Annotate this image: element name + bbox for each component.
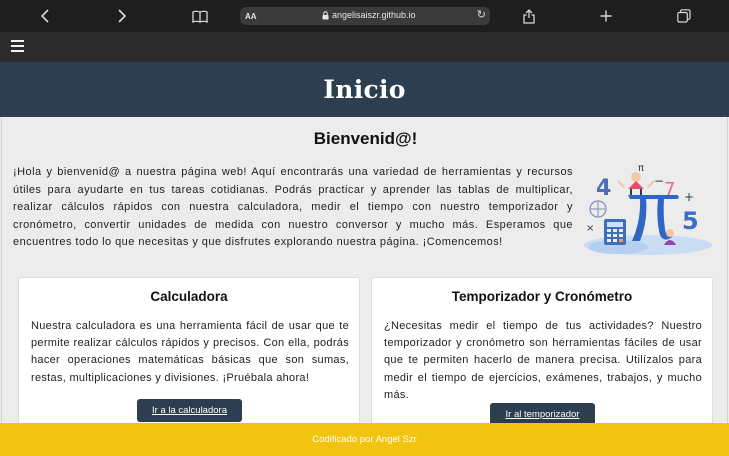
share-icon[interactable]	[517, 6, 541, 26]
book-icon[interactable]	[188, 6, 212, 26]
reload-icon[interactable]: ↻	[477, 8, 486, 21]
chevron-left-icon[interactable]	[33, 6, 57, 26]
page-title: Inicio	[323, 75, 406, 104]
tabs-icon[interactable]	[672, 6, 696, 26]
address-bar[interactable]: AA angelisaiszr.github.io ↻	[240, 7, 490, 25]
chevron-right-icon[interactable]	[110, 6, 134, 26]
math-illustration: 4 7 5 π + − ×	[584, 163, 712, 255]
card-text: ¿Necesitas medir el tiempo de tus activi…	[384, 320, 702, 401]
browser-toolbar: AA angelisaiszr.github.io ↻	[0, 0, 729, 32]
hero-digit: 7	[664, 179, 675, 200]
hero-digit: −	[654, 174, 664, 188]
hero-digit: π	[638, 163, 644, 174]
lock-icon	[322, 11, 329, 20]
hero-digit: +	[684, 190, 694, 204]
card-text: Nuestra calculadora es una herramienta f…	[31, 320, 349, 384]
text-size-button[interactable]: AA	[245, 12, 257, 21]
main-content: Bienvenid@! ¡Hola y bienvenid@ a nuestra…	[1, 117, 728, 423]
card-title: Temporizador y Cronómetro	[451, 289, 633, 304]
calculator-button[interactable]: Ir a la calculadora	[137, 399, 242, 422]
intro-text: ¡Hola y bienvenid@ a nuestra página web!…	[13, 166, 573, 249]
calculator-card: Calculadora Nuestra calculadora es una h…	[18, 277, 360, 423]
card-title: Calculadora	[150, 289, 228, 304]
timer-button[interactable]: Ir al temporizador	[490, 403, 595, 423]
hamburger-icon[interactable]	[11, 40, 24, 52]
site-nav	[0, 32, 729, 62]
footer-credit: Codificado por Angel Szr	[312, 434, 417, 445]
plus-icon[interactable]	[594, 6, 618, 26]
page-header: Inicio	[0, 62, 729, 117]
hero-digit: 5	[682, 207, 699, 235]
hero-digit: 4	[596, 176, 611, 201]
url-text: angelisaiszr.github.io	[332, 10, 416, 20]
timer-card: Temporizador y Cronómetro ¿Necesitas med…	[371, 277, 713, 423]
welcome-title: Bienvenid@!	[313, 129, 418, 148]
page-footer: Codificado por Angel Szr	[0, 423, 729, 456]
hero-digit: ×	[586, 223, 594, 234]
